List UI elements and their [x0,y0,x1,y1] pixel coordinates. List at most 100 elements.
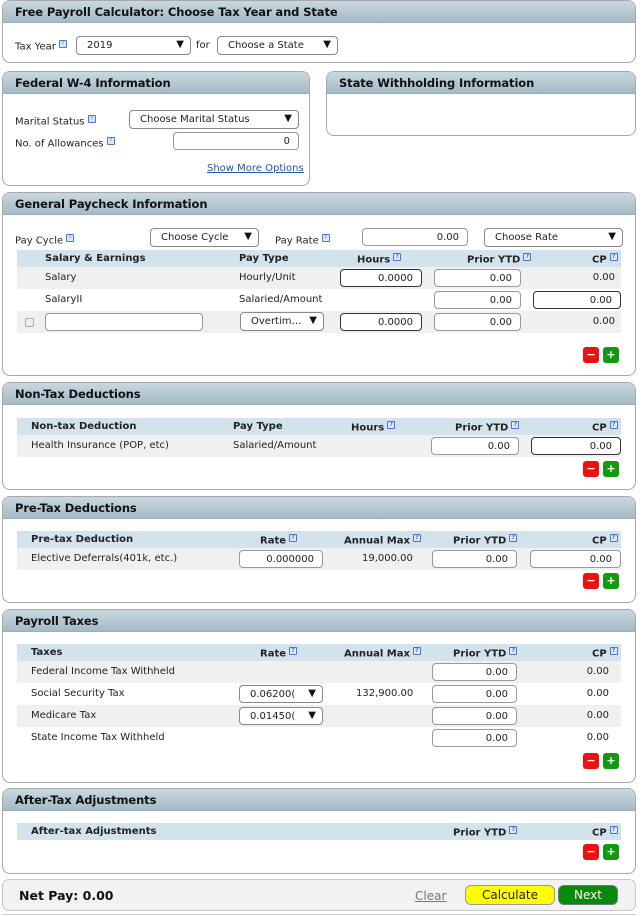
add-row-button[interactable]: + [603,573,619,589]
pay-rate-input[interactable]: 0.00 [362,228,468,246]
prior-ytd-input[interactable]: 0.00 [432,707,517,725]
add-row-button[interactable]: + [603,461,619,477]
prior-ytd-input[interactable]: 0.00 [431,437,519,455]
next-button[interactable]: Next [558,885,618,905]
help-icon[interactable]: ? [106,137,115,145]
help-icon[interactable]: ? [509,647,518,655]
rate-type-select[interactable]: Choose Rate ▼ [484,228,623,247]
prior-ytd-input[interactable]: 0.00 [432,729,517,747]
panel-title: Non-Tax Deductions [3,383,635,405]
prior-ytd-input[interactable]: 0.00 [432,685,517,703]
help-icon[interactable]: ? [412,534,421,542]
help-icon[interactable]: ? [609,647,618,655]
pay-cycle-select[interactable]: Choose Cycle ▼ [150,228,259,247]
show-more-options-link[interactable]: Show More Options [207,163,304,174]
panel-title: After-Tax Adjustments [3,789,635,811]
help-icon[interactable]: ? [321,234,330,242]
remove-row-button[interactable]: − [583,844,599,860]
help-icon[interactable]: ? [412,647,421,655]
add-row-button[interactable]: + [603,844,619,860]
tax-name: State Income Tax Withheld [31,732,165,743]
earnings-table-header: Salary & Earnings Pay Type Hours? Prior … [17,250,621,267]
help-icon[interactable]: ? [609,534,618,542]
column-header: Prior YTD? [453,534,518,546]
chevron-down-icon: ▼ [608,231,616,242]
tax-name: Medicare Tax [31,710,97,721]
table-row: Federal Income Tax Withheld 0.00 0.00 [17,661,621,683]
allowances-label: No. of Allowances? [15,137,115,149]
earning-name: SalaryII [45,294,83,305]
rate-input[interactable]: 0.000000 [239,550,323,568]
pre-tax-deductions-panel: Pre-Tax Deductions Pre-tax Deduction Rat… [2,496,636,603]
help-icon[interactable]: ? [609,421,618,429]
panel-title: Pre-Tax Deductions [3,497,635,519]
tax-year-select[interactable]: 2019 ▼ [76,36,191,55]
prior-ytd-input[interactable]: 0.00 [434,313,521,331]
cp-input[interactable]: 0.00 [530,550,621,568]
help-icon[interactable]: ? [289,647,298,655]
panel-title: Payroll Taxes [3,610,635,632]
tax-year-label: Tax Year? [15,40,67,52]
remove-row-button[interactable]: − [583,753,599,769]
help-icon[interactable]: ? [387,421,396,429]
pay-type-select[interactable]: Overtim… ▼ [240,312,324,331]
prior-ytd-input[interactable]: 0.00 [432,550,517,568]
panel-title: State Withholding Information [327,72,635,94]
pay-type: Hourly/Unit [239,272,296,283]
clear-link[interactable]: Clear [415,889,446,903]
column-header: Pay Type [233,421,283,432]
help-icon[interactable]: ? [523,253,532,261]
prior-ytd-input[interactable]: 0.00 [434,291,521,309]
remove-row-button[interactable]: − [583,573,599,589]
table-row: State Income Tax Withheld 0.00 0.00 [17,727,621,749]
allowances-input[interactable]: 0 [173,132,299,150]
column-header: Pay Type [239,253,289,264]
help-icon[interactable]: ? [511,421,520,429]
deduction-name: Elective Deferrals(401k, etc.) [31,553,178,564]
help-icon[interactable]: ? [609,253,618,261]
tax-year-panel: Free Payroll Calculator: Choose Tax Year… [2,0,636,63]
chevron-down-icon: ▼ [244,231,252,242]
column-header: Prior YTD? [467,253,532,265]
rate-select[interactable]: 0.06200( ▼ [239,685,323,703]
column-header: Prior YTD? [453,647,518,659]
rate-select[interactable]: 0.01450( ▼ [239,707,323,725]
federal-w4-panel: Federal W-4 Information Marital Status? … [2,71,310,186]
help-icon[interactable]: ? [509,826,518,834]
marital-status-select[interactable]: Choose Marital Status ▼ [129,110,299,129]
for-label: for [196,40,210,51]
column-header: Taxes [31,647,63,658]
column-header: After-tax Adjustments [31,826,157,837]
state-select[interactable]: Choose a State ▼ [217,36,338,55]
add-row-button[interactable]: + [603,347,619,363]
help-icon[interactable]: ? [87,115,96,123]
earning-name-input[interactable] [45,313,203,331]
cp-input[interactable]: 0.00 [531,437,621,455]
help-icon[interactable]: ? [58,40,67,48]
chevron-down-icon: ▼ [308,688,316,699]
table-row: Salary Hourly/Unit 0.0000 0.00 0.00 [17,267,621,289]
add-row-button[interactable]: + [603,753,619,769]
column-header: Rate? [260,534,298,546]
column-header: CP? [592,421,618,433]
remove-row-button[interactable]: − [583,461,599,477]
help-icon[interactable]: ? [289,534,298,542]
hours-input[interactable]: 0.0000 [340,269,422,287]
net-pay-label: Net Pay: 0.00 [19,888,114,903]
help-icon[interactable]: ? [609,826,618,834]
remove-row-button[interactable]: − [583,347,599,363]
prior-ytd-input[interactable]: 0.00 [434,269,521,287]
pay-type: Salaried/Amount [239,294,323,305]
calculate-button[interactable]: Calculate [465,885,555,905]
table-header: Taxes Rate? Annual Max? Prior YTD? CP? [17,644,621,661]
help-icon[interactable]: ? [393,253,402,261]
table-header: Pre-tax Deduction Rate? Annual Max? Prio… [17,531,621,548]
help-icon[interactable]: ? [509,534,518,542]
prior-ytd-input[interactable]: 0.00 [432,663,517,681]
help-icon[interactable]: ? [66,234,75,242]
row-checkbox[interactable] [25,318,34,327]
hours-input[interactable]: 0.0000 [340,313,422,331]
pay-rate-label: Pay Rate? [275,234,330,246]
cp-input[interactable]: 0.00 [533,291,621,309]
table-row: SalaryII Salaried/Amount 0.00 0.00 [17,289,621,311]
